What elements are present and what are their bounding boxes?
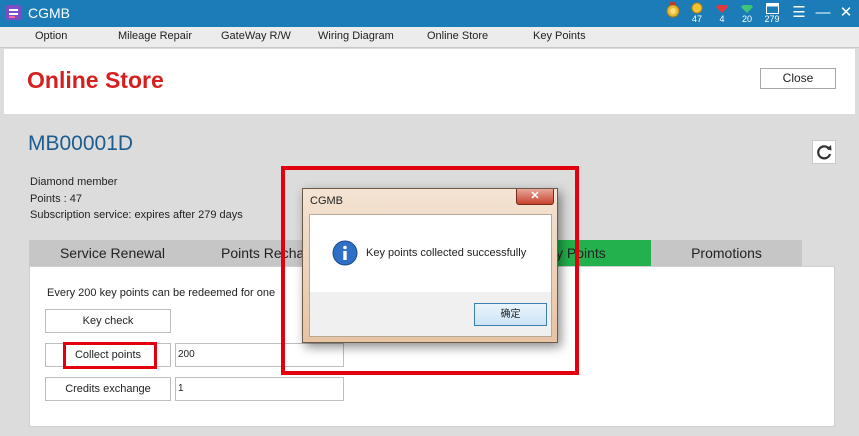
menu-bar: Option Mileage Repair GateWay R/W Wiring…	[0, 27, 859, 48]
title-bar: CGMB 47 4 20 279 ☰ — ✕	[0, 0, 859, 27]
dialog-body: Key points collected successfully 确定	[309, 214, 552, 337]
credits-exchange-button[interactable]: Credits exchange	[45, 377, 171, 401]
diamond-count: 20	[741, 14, 752, 24]
dialog-footer: 确定	[310, 292, 551, 336]
minimize-icon[interactable]: —	[813, 3, 833, 23]
medal-stat	[661, 1, 685, 26]
member-points: Points : 47	[30, 193, 82, 205]
menu-online-store[interactable]: Online Store	[427, 30, 488, 42]
message-dialog: CGMB ✕ Key points collected successfully…	[302, 188, 558, 343]
ruby-icon	[716, 5, 728, 13]
member-id: MB00001D	[28, 132, 134, 155]
diamond-icon	[741, 5, 753, 13]
calendar-icon	[765, 3, 779, 14]
menu-key-points[interactable]: Key Points	[533, 30, 586, 42]
collect-points-field[interactable]: 200	[175, 343, 344, 367]
collect-points-button[interactable]: Collect points	[45, 343, 171, 367]
menu-wiring-diagram[interactable]: Wiring Diagram	[318, 30, 394, 42]
ruby-stat: 4	[710, 1, 734, 26]
coin-stat: 47	[685, 1, 709, 26]
ok-button[interactable]: 确定	[474, 303, 547, 326]
refresh-button[interactable]	[812, 140, 836, 164]
tab-promotions[interactable]: Promotions	[651, 240, 802, 266]
page-header: Online Store Close	[4, 49, 855, 114]
info-icon	[332, 240, 358, 266]
menu-gateway-rw[interactable]: GateWay R/W	[221, 30, 291, 42]
tab-service-renewal[interactable]: Service Renewal	[29, 240, 196, 266]
dialog-message: Key points collected successfully	[366, 247, 527, 259]
refresh-icon	[817, 145, 832, 160]
menu-icon[interactable]: ☰	[789, 3, 809, 23]
subscription-status: Subscription service: expires after 279 …	[30, 209, 243, 221]
coin-count: 47	[691, 14, 702, 24]
coin-icon	[691, 2, 703, 14]
diamond-stat: 20	[735, 1, 759, 26]
medal-icon	[666, 2, 680, 18]
member-level: Diamond member	[30, 176, 118, 188]
dialog-close-button[interactable]: ✕	[516, 189, 554, 205]
page-title: Online Store	[27, 67, 164, 93]
redeem-description: Every 200 key points can be redeemed for…	[47, 287, 276, 299]
close-button[interactable]: Close	[760, 68, 836, 89]
app-logo-icon	[6, 5, 21, 20]
calendar-count: 279	[764, 14, 780, 24]
menu-mileage-repair[interactable]: Mileage Repair	[118, 30, 192, 42]
credits-exchange-field[interactable]: 1	[175, 377, 344, 401]
calendar-stat: 279	[760, 1, 784, 26]
menu-option[interactable]: Option	[35, 30, 67, 42]
dialog-title: CGMB	[310, 195, 343, 207]
close-window-icon[interactable]: ✕	[836, 3, 856, 23]
app-title: CGMB	[28, 5, 70, 21]
key-check-button[interactable]: Key check	[45, 309, 171, 333]
ruby-count: 4	[719, 14, 725, 24]
